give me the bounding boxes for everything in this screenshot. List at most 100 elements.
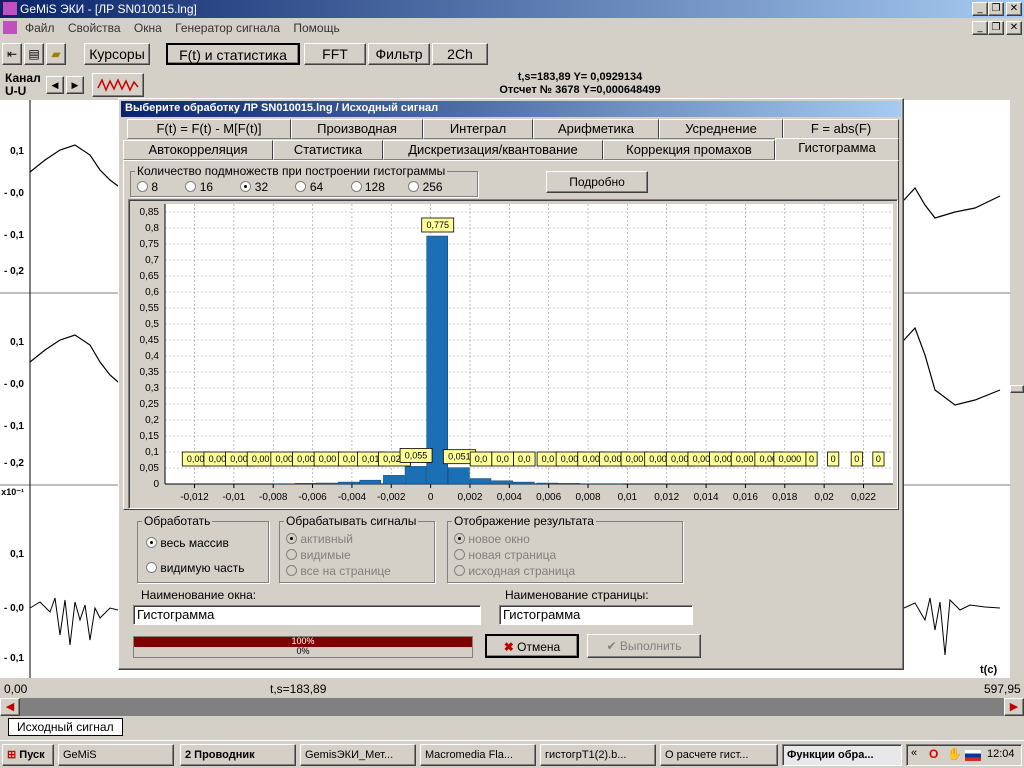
tab-integral[interactable]: Интеграл	[423, 119, 533, 139]
task-explorer[interactable]: 2 Проводник	[180, 744, 296, 766]
time-cursor: t,s=183,89	[270, 682, 327, 696]
x-tick-label: -0,002	[377, 492, 406, 503]
tab-statistics[interactable]: Статистика	[273, 140, 383, 160]
histogram-bar	[383, 475, 405, 485]
task-flash[interactable]: Macromedia Fla...	[420, 744, 536, 766]
menu-generator[interactable]: Генератор сигнала	[175, 21, 280, 35]
fft-button[interactable]: FFT	[304, 43, 366, 65]
channel-value[interactable]: U-U	[5, 85, 26, 97]
menu-file[interactable]: Файл	[25, 21, 55, 35]
signals-radio-active[interactable]: активный	[286, 532, 353, 546]
x-tick-label: 0,012	[654, 492, 679, 503]
task-gemis[interactable]: GeMiS	[58, 744, 174, 766]
task-functions[interactable]: Функции обра...	[782, 744, 902, 766]
doc-close-button[interactable]: ✕	[1006, 21, 1022, 35]
horizontal-scrollbar[interactable]: ◀ ▶	[0, 698, 1024, 716]
close-button[interactable]: ✕	[1006, 2, 1022, 16]
tab-arithmetic[interactable]: Арифметика	[533, 119, 659, 139]
page-name-input[interactable]: Гистограмма	[499, 605, 693, 625]
radio-label: активный	[300, 532, 353, 546]
scroll-left-icon[interactable]: ◀	[0, 698, 20, 716]
process-radio-all[interactable]: весь массив	[146, 536, 229, 550]
progress-text-bottom: 0%	[296, 646, 310, 656]
y-label: 0,1	[10, 549, 24, 560]
tab-abs[interactable]: F = abs(F)	[783, 119, 899, 139]
menu-help[interactable]: Помощь	[293, 21, 339, 35]
ft-statistics-button[interactable]: F(t) и статистика	[166, 43, 300, 65]
output-radio-new-window[interactable]: новое окно	[454, 532, 530, 546]
doc-minimize-button[interactable]: _	[972, 21, 988, 35]
scroll-thumb[interactable]	[1010, 385, 1024, 393]
data-label: 0,0	[518, 454, 531, 464]
data-label: 0,00	[209, 454, 227, 464]
window-name-input[interactable]: Гистограмма	[133, 605, 481, 625]
histogram-bar	[337, 481, 360, 485]
restore-button[interactable]: ❐	[988, 2, 1004, 16]
y-tick-label: 0,3	[145, 383, 159, 394]
tray-chevron-icon[interactable]: «	[911, 747, 917, 759]
task-opera[interactable]: О расчете гист...	[660, 744, 778, 766]
start-button[interactable]: ⊞ Пуск	[2, 744, 54, 766]
signals-radio-visible[interactable]: видимые	[286, 548, 351, 562]
subsets-radio-128[interactable]: 128	[350, 180, 385, 194]
subsets-radio-16[interactable]: 16	[185, 180, 213, 194]
tab-derivative[interactable]: Производная	[291, 119, 423, 139]
menu-windows[interactable]: Окна	[134, 21, 162, 35]
tab-sampling[interactable]: Дискретизация/квантование	[383, 140, 603, 160]
tab-autocorrelation[interactable]: Автокорреляция	[123, 140, 273, 160]
print-icon[interactable]: ▤	[24, 43, 44, 65]
output-radio-source-page[interactable]: исходная страница	[454, 564, 575, 578]
doc-restore-button[interactable]: ❐	[988, 21, 1004, 35]
subsets-radio-64[interactable]: 64	[295, 180, 323, 194]
tab-centering[interactable]: F(t) = F(t) - M[F(t)]	[127, 119, 291, 139]
data-label: 0	[876, 454, 881, 464]
data-label: 0,000	[779, 454, 802, 464]
data-label: 0,00	[604, 454, 622, 464]
x-tick-label: -0,004	[338, 492, 367, 503]
data-label: 0,00	[582, 454, 600, 464]
cursor-readout-2: Отсчет № 3678 Y=0,000648499	[499, 84, 661, 96]
radio-label: весь массив	[160, 536, 229, 550]
cancel-button[interactable]: ✖ Отмена	[485, 634, 579, 658]
undo-icon[interactable]: ⇤	[2, 43, 22, 65]
output-radio-new-page[interactable]: новая страница	[454, 548, 556, 562]
tab-outlier-correction[interactable]: Коррекция промахов	[603, 140, 775, 160]
2ch-button[interactable]: 2Ch	[432, 43, 488, 65]
language-flag-icon[interactable]	[965, 750, 981, 761]
opera-icon[interactable]: O	[929, 747, 938, 761]
data-label: 0,055	[405, 450, 428, 460]
task-word-doc[interactable]: GemisЭКИ_Мет...	[300, 744, 416, 766]
hand-icon[interactable]: ✋	[947, 747, 962, 761]
scroll-right-icon[interactable]: ▶	[1004, 698, 1024, 716]
y-tick-label: 0,35	[140, 367, 160, 378]
tab-histogram[interactable]: Гистограмма	[775, 138, 899, 160]
x-tick-label: -0,006	[298, 492, 327, 503]
subsets-radio-32[interactable]: 32	[240, 180, 268, 194]
open-folder-icon[interactable]: ▰	[46, 43, 66, 65]
execute-button[interactable]: ✔ Выполнить	[587, 634, 701, 658]
filter-button[interactable]: Фильтр	[368, 43, 430, 65]
data-label: 0,00	[736, 454, 754, 464]
start-label: Пуск	[19, 749, 45, 761]
task-image[interactable]: гистогрТ1(2).b...	[540, 744, 656, 766]
subsets-group: Количество подмножеств при построении ги…	[130, 164, 478, 197]
data-label: 0,00	[275, 454, 293, 464]
y-label: - 0,1	[3, 421, 24, 432]
y-tick-label: 0,8	[145, 223, 159, 234]
cursors-button[interactable]: Курсоры	[84, 43, 150, 65]
menu-properties[interactable]: Свойства	[68, 21, 121, 35]
tab-averaging[interactable]: Усреднение	[659, 119, 783, 139]
signals-radio-all[interactable]: все на странице	[286, 564, 391, 578]
process-radio-visible[interactable]: видимую часть	[146, 561, 245, 575]
radio-label: все на странице	[300, 564, 391, 578]
minimize-button[interactable]: _	[972, 2, 988, 16]
page-tab-source-signal[interactable]: Исходный сигнал	[8, 718, 123, 736]
vertical-scrollbar[interactable]	[1010, 100, 1024, 678]
clock: 12:04	[987, 748, 1015, 760]
subsets-radio-256[interactable]: 256	[408, 180, 443, 194]
next-channel-button[interactable]: ▶	[66, 76, 84, 94]
details-button[interactable]: Подробно	[546, 171, 648, 193]
subsets-radio-8[interactable]: 8	[137, 180, 158, 194]
waveform-button[interactable]	[92, 73, 144, 97]
prev-channel-button[interactable]: ◀	[46, 76, 64, 94]
